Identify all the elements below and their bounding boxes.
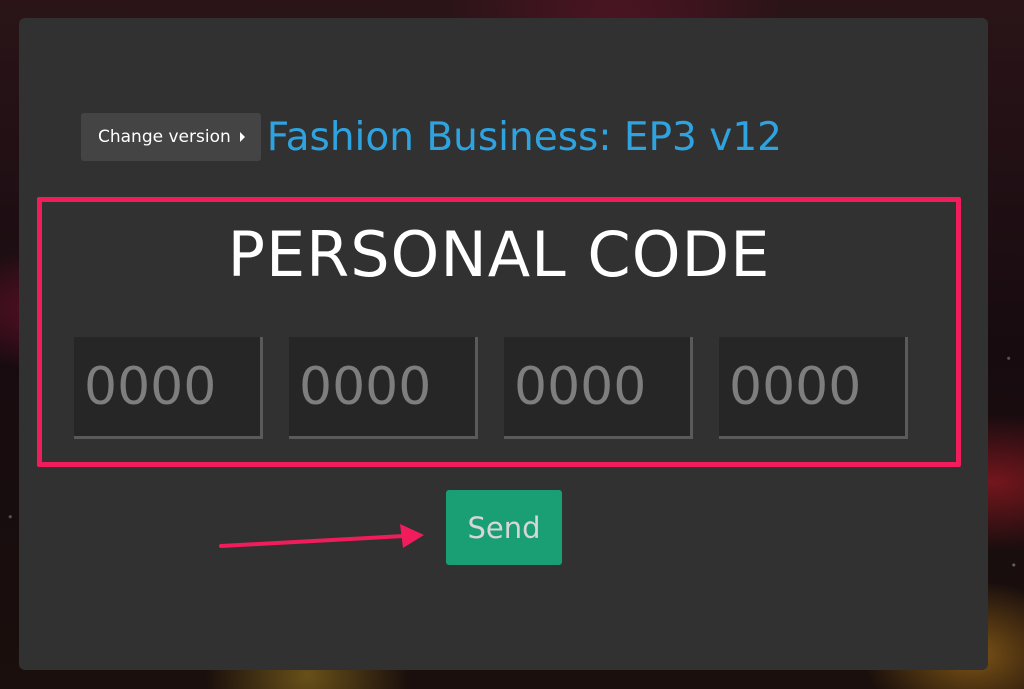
change-version-label: Change version [98, 127, 231, 147]
caret-right-icon [239, 132, 245, 142]
arrow-right-icon [219, 524, 424, 548]
code-field-2[interactable] [289, 337, 478, 439]
game-title: Fashion Business: EP3 v12 [266, 114, 782, 160]
code-field-4[interactable] [719, 337, 908, 439]
send-button[interactable]: Send [446, 490, 562, 565]
panel-header: Change version Fashion Business: EP3 v12 [81, 112, 782, 162]
personal-code-highlight: PERSONAL CODE [37, 197, 961, 467]
change-version-button[interactable]: Change version [81, 113, 261, 161]
code-field-1[interactable] [74, 337, 263, 439]
code-field-3[interactable] [504, 337, 693, 439]
code-fields [74, 337, 908, 439]
personal-code-heading: PERSONAL CODE [227, 218, 771, 291]
code-panel: Change version Fashion Business: EP3 v12… [19, 18, 988, 670]
